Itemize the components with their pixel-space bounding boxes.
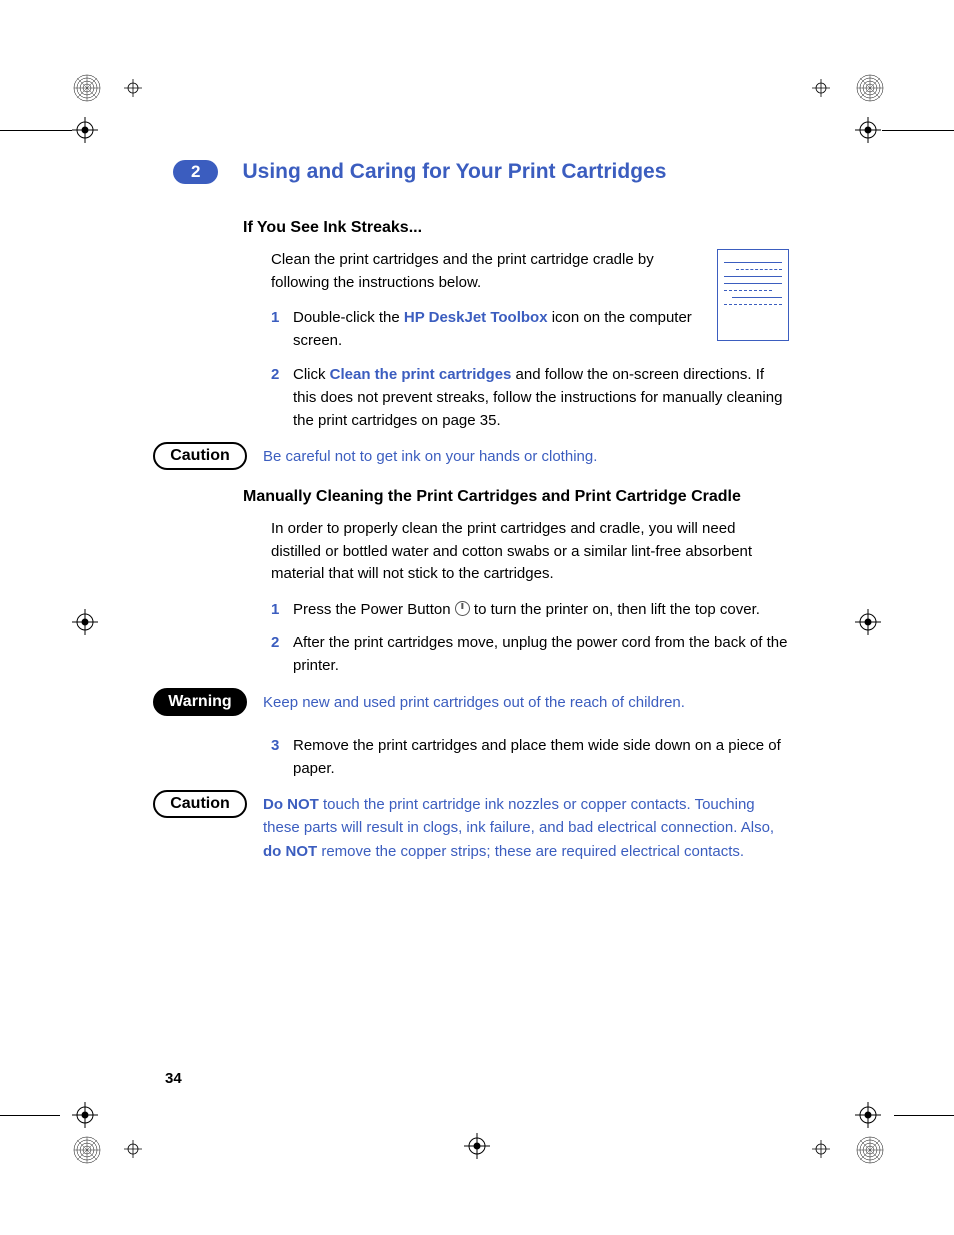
emphasis: Do NOT xyxy=(263,796,319,813)
power-button-icon xyxy=(455,601,470,616)
crop-mark-icon xyxy=(812,79,830,97)
step-number: 3 xyxy=(271,734,293,781)
step-text: After the print cartridges move, unplug … xyxy=(293,631,789,678)
caution-text: Do NOT touch the print cartridge ink noz… xyxy=(263,790,789,863)
section1-wrap: Clean the print cartridges and the print… xyxy=(243,249,789,363)
registration-mark-icon xyxy=(855,609,881,635)
section1-text: Clean the print cartridges and the print… xyxy=(243,249,693,363)
chapter-number-badge: 2 xyxy=(173,160,218,184)
crop-mark-icon xyxy=(812,1140,830,1158)
registration-mark-icon xyxy=(855,117,881,143)
text-part: touch the print cartridge ink nozzles or… xyxy=(263,796,774,836)
printer-mark-icon xyxy=(855,1135,885,1165)
step-text: Click Clean the print cartridges and fol… xyxy=(293,363,789,433)
registration-mark-icon xyxy=(855,1102,881,1128)
crop-mark-icon xyxy=(124,79,142,97)
step-text: Press the Power Button to turn the print… xyxy=(293,598,789,621)
warning-text: Keep new and used print cartridges out o… xyxy=(263,688,789,714)
chapter-title: Using and Caring for Your Print Cartridg… xyxy=(242,160,666,184)
text-part: to turn the printer on, then lift the to… xyxy=(470,601,760,618)
registration-mark-icon xyxy=(72,609,98,635)
printer-mark-icon xyxy=(855,73,885,103)
step-text: Double-click the HP DeskJet Toolbox icon… xyxy=(293,306,693,353)
warning-row: Warning Keep new and used print cartridg… xyxy=(153,688,789,716)
step-1: 1 Press the Power Button to turn the pri… xyxy=(243,598,789,621)
chapter-header: 2 Using and Caring for Your Print Cartri… xyxy=(173,160,789,184)
intro-text: Clean the print cartridges and the print… xyxy=(243,249,693,294)
caution-text: Be careful not to get ink on your hands … xyxy=(263,442,789,468)
content-area: If You See Ink Streaks... Clean the prin… xyxy=(165,219,789,863)
registration-mark-icon xyxy=(72,1102,98,1128)
step-1: 1 Double-click the HP DeskJet Toolbox ic… xyxy=(243,306,693,353)
step-number: 2 xyxy=(271,363,293,433)
step-number: 1 xyxy=(271,306,293,353)
registration-mark-icon xyxy=(464,1133,490,1159)
clean-cartridges-link: Clean the print cartridges xyxy=(330,366,512,383)
step-number: 2 xyxy=(271,631,293,678)
step-2: 2 After the print cartridges move, unplu… xyxy=(243,631,789,678)
crop-mark-icon xyxy=(124,1140,142,1158)
trim-line-top xyxy=(0,130,72,131)
page-number: 34 xyxy=(165,1070,182,1087)
text-part: remove the copper strips; these are requ… xyxy=(317,843,744,860)
warning-label: Warning xyxy=(153,688,247,716)
emphasis: do NOT xyxy=(263,843,317,860)
printer-mark-icon xyxy=(72,73,102,103)
document-page: 2 Using and Caring for Your Print Cartri… xyxy=(0,0,954,863)
trim-line-bottom xyxy=(894,1115,954,1116)
step-text: Remove the print cartridges and place th… xyxy=(293,734,789,781)
caution-label: Caution xyxy=(153,790,247,818)
text-part: Click xyxy=(293,366,330,383)
caution-row-2: Caution Do NOT touch the print cartridge… xyxy=(153,790,789,863)
text-part: Double-click the xyxy=(293,309,404,326)
intro-text: In order to properly clean the print car… xyxy=(243,518,789,586)
ink-streak-illustration xyxy=(717,249,789,341)
printer-mark-icon xyxy=(72,1135,102,1165)
section-heading-streaks: If You See Ink Streaks... xyxy=(243,219,789,237)
step-2: 2 Click Clean the print cartridges and f… xyxy=(243,363,789,433)
caution-label: Caution xyxy=(153,442,247,470)
section-heading-manual: Manually Cleaning the Print Cartridges a… xyxy=(243,488,789,506)
step-number: 1 xyxy=(271,598,293,621)
text-part: Press the Power Button xyxy=(293,601,455,618)
trim-line-top xyxy=(882,130,954,131)
registration-mark-icon xyxy=(72,117,98,143)
step-3: 3 Remove the print cartridges and place … xyxy=(243,734,789,781)
toolbox-link: HP DeskJet Toolbox xyxy=(404,309,548,326)
trim-line-bottom xyxy=(0,1115,60,1116)
caution-row: Caution Be careful not to get ink on you… xyxy=(153,442,789,470)
